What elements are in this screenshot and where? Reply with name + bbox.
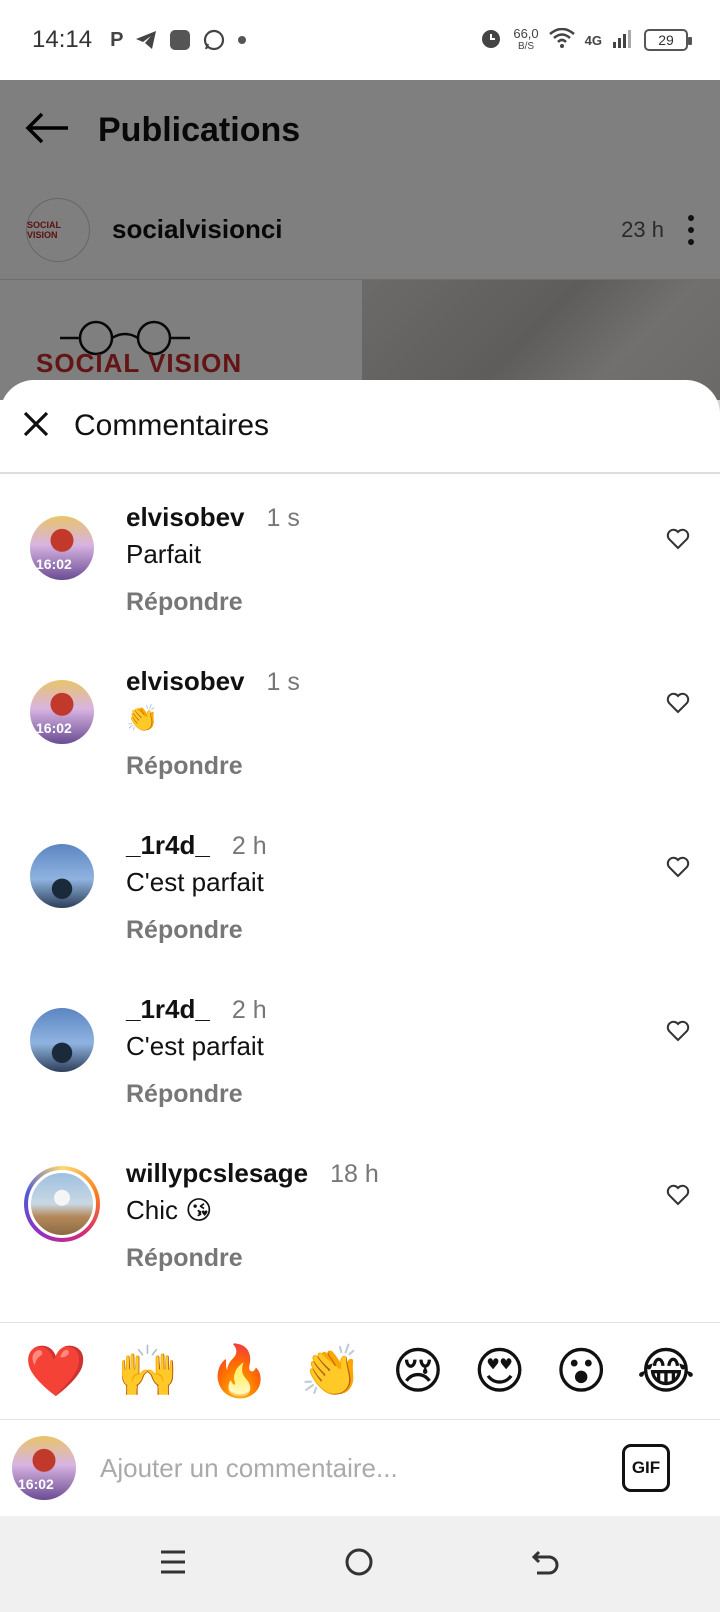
emoji-crying[interactable]: 😢 xyxy=(392,1346,444,1396)
telegram-icon xyxy=(135,30,157,50)
comment-username[interactable]: elvisobev xyxy=(126,502,245,533)
comment-time: 1 s xyxy=(266,504,300,532)
battery-icon: 29 xyxy=(644,29,692,51)
comment-username[interactable]: elvisobev xyxy=(126,666,245,697)
home-circle-icon[interactable] xyxy=(344,1547,374,1582)
commenter-avatar[interactable]: 16:02 xyxy=(30,680,94,744)
reply-button[interactable]: Répondre xyxy=(126,588,300,617)
signal-icon xyxy=(612,27,634,54)
network-type: 4G xyxy=(584,32,602,48)
like-heart-icon[interactable] xyxy=(666,528,690,555)
network-speed: 66,0 B/S xyxy=(513,26,539,52)
like-heart-icon[interactable] xyxy=(666,856,690,883)
comment-text: 👏 xyxy=(126,703,159,733)
comment-username[interactable]: willypcslesage xyxy=(126,1158,308,1189)
back-icon[interactable] xyxy=(531,1548,561,1581)
alarm-icon xyxy=(479,26,503,55)
emoji-laughing[interactable]: 😂 xyxy=(637,1346,695,1396)
comment-item: 16:02 elvisobev 1 s Parfait Répondre xyxy=(0,484,720,648)
like-heart-icon[interactable] xyxy=(666,1184,690,1211)
commenter-avatar[interactable]: 16:02 xyxy=(30,516,94,580)
comment-text: C'est parfait xyxy=(126,1031,264,1061)
gif-button[interactable]: GIF xyxy=(622,1444,670,1492)
current-user-avatar: 16:02 xyxy=(12,1436,76,1500)
comment-text: Chic 😘 xyxy=(126,1195,213,1225)
comment-time: 1 s xyxy=(266,668,300,696)
sheet-header: Commentaires xyxy=(0,380,720,474)
commenter-avatar[interactable] xyxy=(30,1008,94,1072)
comment-text: C'est parfait xyxy=(126,867,264,897)
comment-text: Parfait xyxy=(126,539,202,569)
whatsapp-icon xyxy=(203,29,225,51)
app-icon xyxy=(169,29,191,51)
comment-username[interactable]: _1r4d_ xyxy=(126,830,210,861)
sheet-title: Commentaires xyxy=(74,409,270,442)
emoji-surprised[interactable]: 😮 xyxy=(555,1346,607,1396)
menu-icon[interactable] xyxy=(159,1549,187,1580)
reply-button[interactable]: Répondre xyxy=(126,1080,267,1109)
comment-item: _1r4d_ 2 h C'est parfait Répondre xyxy=(0,976,720,1140)
status-bar: 14:14 P 66,0 B/S 4G 29 xyxy=(0,0,720,80)
like-heart-icon[interactable] xyxy=(666,1020,690,1047)
comment-username[interactable]: _1r4d_ xyxy=(126,994,210,1025)
emoji-heart[interactable]: ❤️ xyxy=(25,1346,87,1396)
comment-time: 18 h xyxy=(330,1160,379,1188)
like-heart-icon[interactable] xyxy=(666,692,690,719)
system-nav-bar xyxy=(0,1516,720,1612)
reply-button[interactable]: Répondre xyxy=(126,916,267,945)
parking-icon: P xyxy=(110,28,124,51)
comment-time: 2 h xyxy=(231,996,267,1024)
emoji-heart-eyes[interactable]: 😍 xyxy=(474,1346,526,1396)
emoji-quick-bar: ❤️ 🙌 🔥 👏 😢 😍 😮 😂 xyxy=(0,1322,720,1420)
comment-item: willypcslesage 18 h Chic 😘 Répondre xyxy=(0,1140,720,1304)
wifi-icon xyxy=(548,27,575,53)
comment-input[interactable] xyxy=(98,1451,622,1485)
dim-overlay[interactable] xyxy=(0,80,720,400)
reply-button[interactable]: Répondre xyxy=(126,1244,379,1273)
comment-time: 2 h xyxy=(231,832,267,860)
emoji-fire[interactable]: 🔥 xyxy=(208,1346,270,1396)
comment-item: _1r4d_ 2 h C'est parfait Répondre xyxy=(0,812,720,976)
emoji-clap[interactable]: 👏 xyxy=(300,1346,362,1396)
status-time: 14:14 xyxy=(32,26,93,53)
close-icon[interactable] xyxy=(22,410,50,443)
commenter-avatar[interactable] xyxy=(30,844,94,908)
comment-item: 16:02 elvisobev 1 s 👏 Répondre xyxy=(0,648,720,812)
emoji-raised-hands[interactable]: 🙌 xyxy=(117,1346,179,1396)
comment-input-row: 16:02 GIF xyxy=(0,1420,720,1516)
commenter-avatar-story[interactable] xyxy=(24,1166,100,1242)
comment-list: 16:02 elvisobev 1 s Parfait Répondre 16:… xyxy=(0,474,720,1304)
notification-dot-icon xyxy=(237,35,247,45)
reply-button[interactable]: Répondre xyxy=(126,752,300,781)
